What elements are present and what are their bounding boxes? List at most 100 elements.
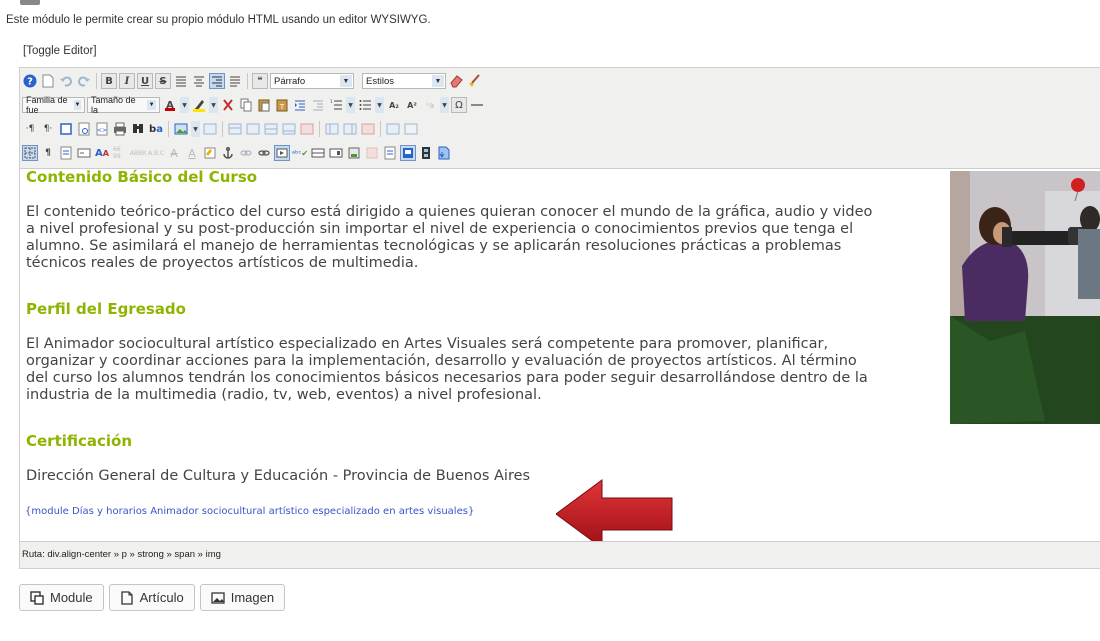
red-arrow-icon bbox=[556, 479, 673, 541]
toggle-editor-link[interactable]: [Toggle Editor] bbox=[23, 45, 97, 57]
insert-module-button[interactable]: Module bbox=[19, 584, 104, 611]
box-icon[interactable] bbox=[310, 145, 326, 161]
table-cell-props-icon[interactable] bbox=[263, 121, 279, 137]
eraser-icon[interactable] bbox=[448, 73, 464, 89]
ins-icon[interactable]: A bbox=[184, 145, 200, 161]
copy-icon[interactable] bbox=[238, 97, 254, 113]
merge-cells-icon[interactable] bbox=[403, 121, 419, 137]
font-size-select[interactable]: Tamaño de la ▼ bbox=[87, 95, 160, 115]
new-document-icon[interactable] bbox=[40, 73, 56, 89]
film-icon[interactable] bbox=[418, 145, 434, 161]
link-icon[interactable] bbox=[256, 145, 272, 161]
fullscreen-icon[interactable] bbox=[58, 121, 74, 137]
visual-aid-icon[interactable] bbox=[22, 145, 38, 161]
course-photo[interactable] bbox=[950, 171, 1100, 424]
insert-module-icon[interactable] bbox=[346, 145, 362, 161]
italic-button[interactable]: I bbox=[119, 73, 135, 89]
insert-image-icon[interactable] bbox=[173, 121, 189, 137]
row-delete-icon[interactable] bbox=[299, 121, 315, 137]
font-family-select[interactable]: Familia de fue ▼ bbox=[22, 95, 85, 115]
col-insert-after-icon[interactable] bbox=[342, 121, 358, 137]
horizontal-rule-icon[interactable] bbox=[469, 97, 485, 113]
indent-icon[interactable] bbox=[292, 97, 308, 113]
del-icon[interactable]: A bbox=[166, 145, 182, 161]
redo-icon[interactable] bbox=[76, 73, 92, 89]
search-icon[interactable] bbox=[130, 121, 146, 137]
readmore-icon[interactable] bbox=[364, 145, 380, 161]
subscript-icon[interactable]: A₂ bbox=[386, 97, 402, 113]
module-icon bbox=[30, 590, 44, 605]
align-left-icon[interactable] bbox=[173, 73, 189, 89]
strikethrough-button[interactable]: S bbox=[155, 73, 171, 89]
image-manager-icon[interactable] bbox=[202, 121, 218, 137]
chevron-down-icon[interactable]: ▼ bbox=[440, 97, 449, 113]
insert-image-label: Imagen bbox=[230, 590, 275, 605]
align-justify-icon[interactable] bbox=[227, 73, 243, 89]
numbered-list-icon[interactable]: 1 bbox=[328, 97, 344, 113]
article-link-icon[interactable] bbox=[382, 145, 398, 161]
styles-select[interactable]: Estilos ▼ bbox=[362, 73, 446, 89]
rtl-icon[interactable]: ¶· bbox=[40, 121, 56, 137]
blockquote-icon[interactable]: ❝ bbox=[252, 73, 268, 89]
template-icon[interactable] bbox=[58, 145, 74, 161]
spellcheck-icon[interactable]: ᵃᵇᶜ ✔ bbox=[292, 145, 308, 161]
align-right-icon[interactable] bbox=[209, 73, 225, 89]
form-icon[interactable] bbox=[76, 145, 92, 161]
insert-article-button[interactable]: Artículo bbox=[108, 584, 195, 611]
character-map-dim-icon[interactable]: ᴬa bbox=[422, 97, 438, 113]
svg-text:T: T bbox=[279, 103, 285, 111]
split-cells-icon[interactable] bbox=[385, 121, 401, 137]
font-family-value: Familia de fue bbox=[26, 95, 68, 115]
col-delete-icon[interactable] bbox=[360, 121, 376, 137]
special-character-button[interactable]: Ω bbox=[451, 97, 467, 113]
paste-text-icon[interactable]: T bbox=[274, 97, 290, 113]
acronym-icon[interactable]: A.B.C bbox=[148, 145, 164, 161]
cite-icon[interactable]: 66 99 bbox=[112, 145, 128, 161]
insert-image-button[interactable]: Imagen bbox=[199, 584, 286, 611]
editor-toolbars: ? B I U S ❝ Párrafo ▼ Estilos ▼ Familia … bbox=[20, 68, 1100, 169]
abbr-icon[interactable]: ABBR bbox=[130, 145, 147, 161]
table-row-props-icon[interactable] bbox=[245, 121, 261, 137]
cut-icon[interactable] bbox=[220, 97, 236, 113]
underline-button[interactable]: U bbox=[137, 73, 153, 89]
file-download-icon[interactable] bbox=[436, 145, 452, 161]
paste-icon[interactable] bbox=[256, 97, 272, 113]
help-icon[interactable]: ? bbox=[22, 73, 38, 89]
print-icon[interactable] bbox=[112, 121, 128, 137]
superscript-icon[interactable]: A² bbox=[404, 97, 420, 113]
chevron-down-icon[interactable]: ▼ bbox=[346, 97, 355, 113]
show-blocks-icon[interactable]: ¶ bbox=[40, 145, 56, 161]
col-insert-before-icon[interactable] bbox=[324, 121, 340, 137]
article-icon bbox=[120, 590, 133, 605]
bullet-list-icon[interactable] bbox=[357, 97, 373, 113]
clean-up-icon[interactable] bbox=[466, 73, 482, 89]
chevron-down-icon[interactable]: ▼ bbox=[375, 97, 384, 113]
align-center-icon[interactable] bbox=[191, 73, 207, 89]
layer-icon[interactable] bbox=[328, 145, 344, 161]
style-props-icon[interactable]: AA bbox=[94, 145, 110, 161]
highlight-color-icon[interactable] bbox=[191, 97, 207, 113]
attributes-icon[interactable] bbox=[202, 145, 218, 161]
table-icon[interactable] bbox=[227, 121, 243, 137]
outdent-icon[interactable] bbox=[310, 97, 326, 113]
chevron-down-icon: ▼ bbox=[147, 100, 156, 110]
undo-icon[interactable] bbox=[58, 73, 74, 89]
row-insert-before-icon[interactable] bbox=[281, 121, 297, 137]
unlink-icon[interactable] bbox=[238, 145, 254, 161]
image-insert-icon[interactable] bbox=[400, 145, 416, 161]
chevron-down-icon[interactable]: ▼ bbox=[209, 97, 218, 113]
chevron-down-icon[interactable]: ▼ bbox=[180, 97, 189, 113]
preview-icon[interactable] bbox=[76, 121, 92, 137]
ltr-icon[interactable]: ·¶ bbox=[22, 121, 38, 137]
toolbar-row-2: Familia de fue ▼ Tamaño de la ▼ A ▼ ▼ T … bbox=[22, 95, 485, 115]
media-icon[interactable] bbox=[274, 145, 290, 161]
toolbar-row-3: ·¶ ¶· <> ba ▼ bbox=[22, 119, 419, 139]
source-code-icon[interactable]: <> bbox=[94, 121, 110, 137]
editor-content-area[interactable]: Contenido Básico del Curso El contenido … bbox=[20, 168, 1100, 541]
format-select[interactable]: Párrafo ▼ bbox=[270, 73, 354, 89]
replace-icon[interactable]: ba bbox=[148, 121, 164, 137]
text-color-icon[interactable]: A bbox=[162, 97, 178, 113]
bold-button[interactable]: B bbox=[101, 73, 117, 89]
anchor-icon[interactable] bbox=[220, 145, 236, 161]
chevron-down-icon[interactable]: ▼ bbox=[191, 121, 200, 137]
